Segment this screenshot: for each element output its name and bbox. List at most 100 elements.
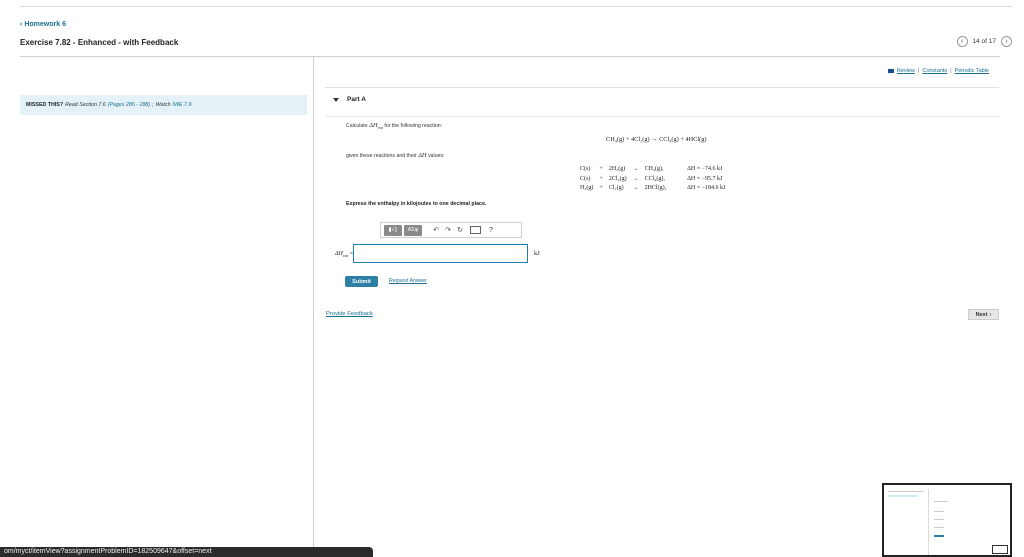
left-panel: [0, 57, 314, 557]
chevron-left-icon: ‹: [20, 21, 23, 28]
thumb-line: [934, 511, 944, 512]
delta-h-symbol: ΔH: [369, 122, 378, 129]
arrow: →: [632, 175, 639, 182]
plus-sign: +: [599, 185, 603, 191]
reaction-row: C(s) + 2Cl₂(g) → CCl₄(g), ΔH = −95.7 kJ: [577, 175, 728, 185]
product: CH₄(g),: [644, 166, 664, 172]
delta-h-value: ΔH = −74.6 kJ: [687, 166, 723, 172]
template-icon: ▮√▯: [388, 227, 398, 233]
answer-input[interactable]: [353, 244, 528, 263]
reset-icon: ↻: [457, 227, 463, 234]
prev-item-button[interactable]: ‹: [956, 36, 968, 47]
pages-link[interactable]: (Pages 286 - 288): [108, 102, 150, 108]
status-url-bar: om/myct/itemView?assignmentProblemID=182…: [0, 547, 373, 557]
greek-icon: ΑΣφ: [407, 227, 419, 233]
undo-button[interactable]: ↶: [430, 225, 442, 236]
thumb-box: [992, 545, 1008, 554]
reactant-1: C(s): [580, 166, 591, 172]
thumb-line: [934, 527, 944, 528]
link-separator: |: [950, 68, 952, 74]
book-icon: [887, 69, 894, 73]
caret-down-icon: [333, 97, 339, 102]
thumb-line: [934, 535, 944, 537]
read-section-text: Read Section 7.6: [65, 102, 106, 108]
iwe-link[interactable]: IWE 7.9: [173, 102, 192, 108]
reactant-1: C(s): [580, 175, 591, 182]
calculate-text: Calculate ΔHrxn for the following reacti…: [346, 122, 442, 130]
plus-sign: +: [599, 175, 603, 182]
missed-label: MISSED THIS?: [26, 102, 64, 108]
part-divider: [325, 116, 999, 117]
redo-icon: ↷: [445, 227, 451, 234]
greek-symbols-button[interactable]: ΑΣφ: [404, 224, 422, 236]
delta-h-symbol: ΔH: [335, 251, 343, 257]
unit-label: kJ: [534, 250, 540, 257]
given-reactions: C(s) + 2H₂(g) → CH₄(g), ΔH = −74.6 kJ C(…: [577, 165, 728, 194]
part-label: Part A: [347, 96, 366, 103]
answer-label: ΔHrxn =: [335, 251, 353, 258]
keyboard-icon[interactable]: [470, 226, 481, 234]
reactant-2: 2Cl₂(g): [608, 175, 627, 182]
given-text: given these reactions and their ΔH value…: [346, 152, 445, 159]
reset-button[interactable]: ↻: [454, 225, 466, 236]
thumb-line: [888, 491, 924, 492]
chevron-right-icon: ›: [1005, 38, 1008, 45]
arrow: →: [632, 166, 639, 172]
given-suffix: values:: [428, 153, 445, 159]
instruction-text: Express the enthalpy in kilojoules to on…: [346, 201, 487, 207]
main-reaction: CH₄(g) + 4Cl₂(g) → CCl₄(g) + 4HCl(g): [606, 136, 707, 143]
product: 2HCl(g),: [644, 185, 667, 191]
next-item-button[interactable]: ›: [1001, 36, 1012, 47]
arrow: →: [632, 185, 639, 191]
resource-links: Review | Constants | Periodic Table: [887, 68, 989, 74]
pager-count: 14 of 17: [972, 38, 997, 45]
chevron-left-icon: ‹: [960, 38, 964, 45]
next-button[interactable]: Next ›: [968, 309, 999, 320]
next-label: Next: [975, 311, 988, 318]
thumb-line: [888, 495, 918, 497]
status-url: om/myct/itemView?assignmentProblemID=182…: [4, 548, 212, 555]
back-label: Homework 6: [24, 21, 66, 28]
delta-h-symbol: ΔH: [418, 152, 427, 159]
request-answer-link[interactable]: Request Answer: [389, 278, 427, 284]
redo-button[interactable]: ↷: [442, 225, 454, 236]
back-to-homework-link[interactable]: ‹ Homework 6: [20, 21, 66, 28]
reactant-2: 2H₂(g): [608, 166, 626, 172]
reactant-1: H₂(g): [580, 185, 594, 191]
help-icon: ?: [489, 226, 493, 234]
rxn-subscript: rxn: [342, 253, 349, 259]
thumb-line: [934, 501, 948, 502]
missed-this-banner: MISSED THIS? Read Section 7.6 (Pages 286…: [20, 95, 307, 115]
calc-suffix: for the following reaction:: [384, 123, 443, 129]
chevron-right-icon: ›: [989, 311, 992, 318]
part-a-toggle[interactable]: Part A: [333, 96, 366, 103]
missed-separator: ;: [152, 102, 154, 108]
thumb-line: [934, 519, 944, 520]
submit-button[interactable]: Submit: [345, 276, 378, 287]
delta-h-value: ΔH = −184.6 kJ: [687, 185, 726, 191]
exercise-title: Exercise 7.82 - Enhanced - with Feedback: [20, 38, 179, 47]
review-link[interactable]: Review: [897, 68, 915, 74]
pager: ‹ 14 of 17 ›: [956, 36, 1012, 47]
reaction-row: C(s) + 2H₂(g) → CH₄(g), ΔH = −74.6 kJ: [577, 165, 728, 175]
plus-sign: +: [599, 166, 603, 172]
help-button[interactable]: ?: [485, 225, 497, 236]
delta-h-value: ΔH = −95.7 kJ: [687, 175, 723, 182]
reaction-row: H₂(g) + Cl₂(g) → 2HCl(g), ΔH = −184.6 kJ: [577, 184, 728, 194]
part-divider: [325, 87, 999, 88]
thumb-line: [928, 489, 929, 555]
undo-icon: ↶: [433, 227, 439, 234]
link-separator: |: [917, 68, 920, 74]
product: CCl₄(g),: [644, 175, 665, 182]
periodic-table-link[interactable]: Periodic Table: [955, 68, 989, 74]
reactant-2: Cl₂(g): [608, 185, 624, 191]
templates-button[interactable]: ▮√▯: [384, 224, 402, 236]
watch-text: Watch: [155, 102, 171, 108]
screenshot-thumbnail[interactable]: [882, 483, 1012, 557]
rxn-subscript: rxn: [377, 125, 383, 131]
top-border: [20, 0, 1012, 7]
calc-prefix: Calculate: [346, 123, 368, 129]
constants-link[interactable]: Constants: [922, 68, 947, 74]
given-prefix: given these reactions and their: [346, 153, 417, 159]
provide-feedback-link[interactable]: Provide Feedback: [326, 311, 373, 317]
